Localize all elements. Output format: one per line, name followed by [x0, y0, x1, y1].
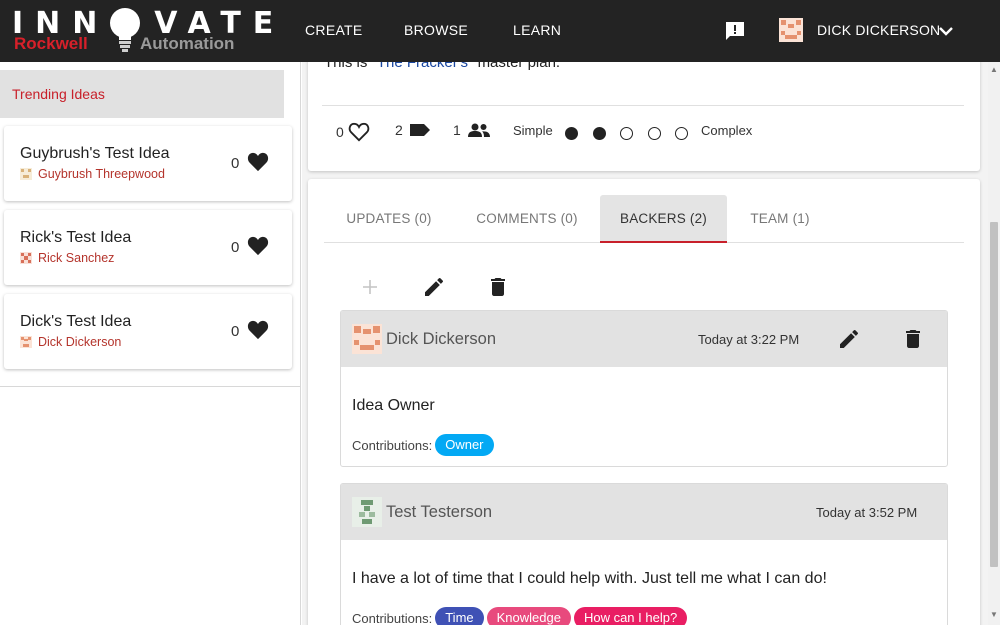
author-name: Guybrush Threepwood [38, 167, 165, 181]
logo-maker-red: Rockwell [14, 34, 88, 53]
tab-bar: UPDATES (0) COMMENTS (0) BACKERS (2) TEA… [324, 195, 964, 243]
complexity-dot[interactable] [565, 127, 578, 140]
tab-updates[interactable]: UPDATES (0) [324, 195, 454, 242]
sidebar-divider [0, 386, 301, 387]
page-scrollbar[interactable]: ▲ ▼ [988, 62, 1000, 625]
backer-avatar[interactable] [352, 497, 382, 527]
scroll-down-icon[interactable]: ▼ [990, 611, 998, 619]
like-count: 0 [231, 323, 240, 340]
nav-browse-link[interactable]: BROWSE [404, 22, 468, 38]
sidebar: Trending Ideas Guybrush's Test Idea Guyb… [0, 62, 301, 625]
backer-card: Test Testerson Today at 3:52 PM I have a… [340, 483, 948, 625]
people-icon [467, 123, 490, 137]
idea-author[interactable]: Guybrush Threepwood [20, 167, 165, 181]
idea-title: Guybrush's Test Idea [20, 145, 170, 162]
complexity-dot[interactable] [592, 127, 606, 140]
scroll-up-icon[interactable]: ▲ [990, 66, 998, 74]
idea-description: This is "The Fracker's" master plan. [324, 62, 560, 71]
nav-create-link[interactable]: CREATE [305, 22, 363, 38]
lightbulb-logo-icon [110, 8, 140, 52]
contributions-label: Contributions: [352, 437, 433, 453]
complexity-simple-label: Simple [513, 123, 553, 138]
likes-count: 0 [336, 124, 344, 140]
idea-title: Dick's Test Idea [20, 313, 132, 330]
innovate-logo[interactable]: INN VATE Rockwell Automation [12, 6, 273, 56]
add-icon[interactable] [358, 275, 382, 299]
edit-backer-icon[interactable] [837, 327, 861, 351]
backer-timestamp: Today at 3:22 PM [698, 332, 800, 347]
intro-suffix: master plan. [477, 62, 561, 71]
complexity-dot[interactable] [675, 127, 688, 140]
trending-ideas-label: Trending Ideas [12, 86, 105, 102]
backer-timestamp: Today at 3:52 PM [816, 505, 918, 520]
tags-stat[interactable]: 2 [395, 122, 431, 138]
delete-backer-icon[interactable] [901, 327, 925, 351]
contribution-chip[interactable]: How can I help? [573, 607, 688, 625]
tag-icon [409, 124, 430, 136]
backer-name[interactable]: Dick Dickerson [386, 330, 496, 349]
feedback-icon[interactable] [724, 20, 746, 42]
contributions: Contributions: Time Knowledge How can I … [352, 607, 688, 625]
edit-icon[interactable] [422, 275, 446, 299]
idea-card[interactable]: Dick's Test Idea Dick Dickerson 0 [4, 294, 292, 369]
top-nav: INN VATE Rockwell Automation CREATE BROW… [0, 0, 1000, 62]
user-avatar[interactable] [779, 18, 803, 42]
heart-icon[interactable] [247, 152, 269, 172]
user-menu-name[interactable]: DICK DICKERSON [817, 22, 940, 38]
logo-maker-grey: Automation [140, 34, 235, 53]
idea-details-panel: UPDATES (0) COMMENTS (0) BACKERS (2) TEA… [308, 179, 980, 625]
backer-name[interactable]: Test Testerson [386, 503, 492, 522]
author-name: Rick Sanchez [38, 251, 115, 265]
tags-count: 2 [395, 122, 403, 138]
backer-card: Dick Dickerson Today at 3:22 PM Idea Own… [340, 310, 948, 467]
nav-learn-link[interactable]: LEARN [513, 22, 561, 38]
backer-header: Dick Dickerson Today at 3:22 PM [341, 311, 947, 367]
backers-stat[interactable]: 1 [453, 122, 491, 138]
contributions: Contributions: Owner [352, 434, 494, 456]
idea-author[interactable]: Dick Dickerson [20, 335, 121, 349]
idea-card[interactable]: Rick's Test Idea Rick Sanchez 0 [4, 210, 292, 285]
idea-author[interactable]: Rick Sanchez [20, 251, 114, 265]
backers-count: 1 [453, 122, 461, 138]
contribution-chip[interactable]: Time [435, 607, 484, 625]
backer-header: Test Testerson Today at 3:52 PM [341, 484, 947, 540]
idea-card[interactable]: Guybrush's Test Idea Guybrush Threepwood… [4, 126, 292, 201]
idea-main: This is "The Fracker's" master plan. 0 2… [302, 62, 988, 625]
backer-avatar[interactable] [352, 324, 382, 354]
tab-comments[interactable]: COMMENTS (0) [454, 195, 600, 242]
contributions-label: Contributions: [352, 610, 433, 625]
complexity-dot[interactable] [647, 127, 661, 140]
scrollbar-thumb[interactable] [990, 222, 998, 567]
divider [322, 105, 964, 106]
intro-highlight: The Fracker's [376, 62, 469, 71]
heart-icon[interactable] [247, 320, 269, 340]
like-count: 0 [231, 239, 240, 256]
author-name: Dick Dickerson [38, 335, 122, 349]
intro-prefix: This is [324, 62, 368, 71]
author-avatar-icon [20, 168, 32, 180]
heart-outline-icon[interactable] [348, 122, 370, 142]
heart-icon[interactable] [247, 236, 269, 256]
complexity-complex-label: Complex [701, 123, 753, 138]
author-avatar-icon [20, 252, 32, 264]
delete-icon[interactable] [486, 275, 510, 299]
trending-ideas-header[interactable]: Trending Ideas [0, 70, 284, 118]
author-avatar-icon [20, 336, 32, 348]
idea-summary-panel: This is "The Fracker's" master plan. 0 2… [308, 62, 980, 171]
like-count: 0 [231, 155, 240, 172]
complexity-dot[interactable] [620, 127, 633, 140]
contribution-chip[interactable]: Owner [435, 434, 494, 456]
contribution-chip[interactable]: Knowledge [486, 607, 571, 625]
chevron-down-icon[interactable] [938, 24, 954, 38]
likes-stat[interactable]: 0 [336, 122, 370, 142]
backer-message: Idea Owner [352, 397, 435, 414]
tab-backers[interactable]: BACKERS (2) [600, 195, 727, 243]
idea-title: Rick's Test Idea [20, 229, 132, 246]
tab-team[interactable]: TEAM (1) [727, 195, 833, 242]
backer-message: I have a lot of time that I could help w… [352, 570, 827, 587]
